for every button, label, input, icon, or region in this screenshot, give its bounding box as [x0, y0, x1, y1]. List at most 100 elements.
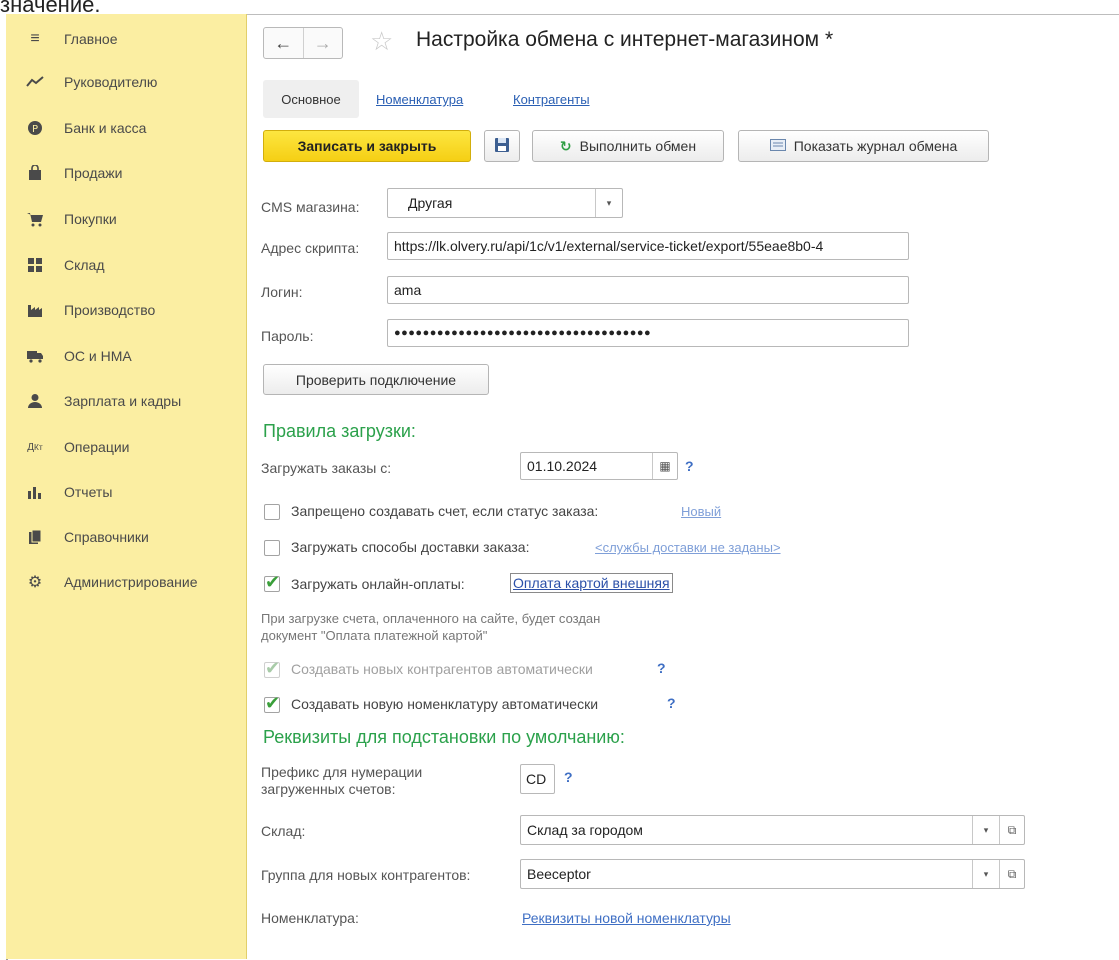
sidebar-item-label: Склад — [64, 257, 105, 273]
save-and-close-button[interactable]: Записать и закрыть — [263, 130, 471, 162]
create-contractors-label: Создавать новых контрагентов автоматичес… — [291, 661, 593, 677]
page-title: Настройка обмена с интернет-магазином * — [416, 28, 834, 51]
sidebar: ≡ Главное Руководителю P Банк и касса Пр… — [6, 14, 247, 959]
sidebar-item-main[interactable]: ≡ Главное — [24, 24, 118, 54]
coin-icon: P — [24, 120, 46, 136]
sidebar-item-label: Покупки — [64, 211, 117, 227]
password-label: Пароль: — [261, 328, 314, 344]
card-payment-link[interactable]: Оплата картой внешняя — [510, 573, 673, 593]
log-icon — [769, 138, 786, 154]
tab-nomenclature[interactable]: Номенклатура — [376, 92, 463, 107]
order-status-link[interactable]: Новый — [681, 504, 721, 519]
load-online-payments-label: Загружать онлайн-оплаты: — [291, 576, 465, 592]
help-icon[interactable]: ? — [657, 660, 666, 676]
forward-button[interactable]: → — [302, 28, 343, 58]
create-nomenclature-checkbox[interactable] — [264, 693, 280, 714]
chevron-down-icon[interactable]: ▾ — [972, 816, 999, 844]
sidebar-item-purchases[interactable]: Покупки — [24, 204, 117, 234]
sidebar-item-label: Зарплата и кадры — [64, 393, 182, 409]
password-input[interactable]: ●●●●●●●●●●●●●●●●●●●●●●●●●●●●●●●●●●●● — [387, 319, 909, 347]
sidebar-item-label: Администрирование — [64, 574, 198, 590]
login-label: Логин: — [261, 284, 303, 300]
help-icon[interactable]: ? — [564, 769, 573, 785]
payment-note-line-1: При загрузке счета, оплаченного на сайте… — [261, 611, 601, 626]
operations-icon: Д Кт — [27, 441, 43, 453]
tab-contractors[interactable]: Контрагенты — [513, 92, 590, 107]
cms-label: CMS магазина: — [261, 199, 360, 215]
open-icon[interactable]: ⧉ — [999, 860, 1024, 888]
sidebar-item-directories[interactable]: Справочники — [24, 522, 149, 552]
gear-icon: ⚙ — [27, 574, 43, 591]
sidebar-item-label: Справочники — [64, 529, 149, 545]
sidebar-item-manager[interactable]: Руководителю — [24, 67, 157, 97]
sidebar-item-production[interactable]: Производство — [24, 295, 155, 325]
cart-icon — [24, 211, 46, 227]
sidebar-item-label: Операции — [64, 439, 130, 455]
load-rules-heading: Правила загрузки: — [263, 421, 416, 441]
invoice-prefix-input[interactable]: CD — [520, 764, 555, 794]
show-exchange-log-button[interactable]: Показать журнал обмена — [738, 130, 989, 162]
sidebar-item-label: Банк и касса — [64, 120, 147, 136]
invoice-prefix-label: Префикс для нумерации загруженных счетов… — [261, 764, 422, 798]
sidebar-item-bank[interactable]: P Банк и касса — [24, 113, 146, 143]
sidebar-item-label: ОС и НМА — [64, 348, 132, 364]
run-exchange-button[interactable]: ↻ Выполнить обмен — [532, 130, 724, 162]
load-delivery-checkbox[interactable] — [264, 540, 280, 556]
contractor-group-select[interactable]: Beeceptor ▾ ⧉ — [520, 859, 1025, 889]
bag-icon — [24, 165, 46, 181]
help-icon[interactable]: ? — [667, 695, 676, 711]
chevron-down-icon[interactable]: ▾ — [595, 189, 622, 217]
warehouse-icon — [24, 257, 46, 273]
orders-from-date-input[interactable]: 01.10.2024 ▦ — [520, 452, 678, 480]
save-button[interactable] — [484, 130, 520, 162]
contractor-group-label: Группа для новых контрагентов: — [261, 867, 471, 883]
create-contractors-checkbox — [264, 658, 280, 679]
warehouse-select[interactable]: Склад за городом ▾ ⧉ — [520, 815, 1025, 845]
forbid-invoice-checkbox[interactable] — [264, 504, 280, 520]
sidebar-item-warehouse[interactable]: Склад — [24, 250, 105, 280]
truck-icon — [24, 349, 46, 363]
books-icon — [24, 529, 46, 545]
sidebar-item-label: Главное — [64, 31, 118, 47]
login-input[interactable]: ama — [387, 276, 909, 304]
refresh-icon: ↻ — [559, 137, 572, 154]
new-nomenclature-attributes-link[interactable]: Реквизиты новой номенклатуры — [522, 910, 731, 926]
sidebar-item-reports[interactable]: Отчеты — [24, 477, 112, 507]
bar-chart-icon — [24, 485, 46, 499]
cms-select[interactable]: Другая ▾ — [387, 188, 623, 218]
sidebar-item-label: Продажи — [64, 165, 123, 181]
sidebar-item-label: Руководителю — [64, 74, 158, 90]
show-log-label: Показать журнал обмена — [793, 138, 958, 154]
person-icon — [24, 393, 46, 409]
favorite-star-icon[interactable]: ☆ — [370, 26, 393, 57]
warehouse-select-value: Склад за городом — [527, 822, 643, 838]
payment-note-line-2: документ "Оплата платежной картой" — [261, 628, 488, 643]
open-icon[interactable]: ⧉ — [999, 816, 1024, 844]
delivery-services-link[interactable]: <службы доставки не заданы> — [595, 540, 781, 555]
nomenclature-label: Номенклатура: — [261, 910, 359, 926]
sidebar-item-sales[interactable]: Продажи — [24, 158, 122, 188]
invoice-prefix-label-line-1: Префикс для нумерации — [261, 764, 423, 780]
menu-icon: ≡ — [30, 30, 40, 47]
chevron-down-icon[interactable]: ▾ — [972, 860, 999, 888]
invoice-prefix-label-line-2: загруженных счетов: — [261, 781, 396, 797]
tab-main[interactable]: Основное — [263, 80, 359, 118]
check-connection-button[interactable]: Проверить подключение — [263, 364, 489, 395]
factory-icon — [24, 302, 46, 318]
sidebar-item-operations[interactable]: Д Кт Операции — [24, 432, 130, 462]
back-button[interactable]: ← — [264, 28, 303, 58]
script-address-input[interactable]: https://lk.olvery.ru/api/1c/v1/external/… — [387, 232, 909, 260]
payment-note: При загрузке счета, оплаченного на сайте… — [261, 610, 600, 644]
help-icon[interactable]: ? — [685, 458, 694, 474]
sidebar-item-administration[interactable]: ⚙ Администрирование — [24, 567, 198, 597]
warehouse-label: Склад: — [261, 823, 306, 839]
script-address-label: Адрес скрипта: — [261, 240, 360, 256]
defaults-heading: Реквизиты для подстановки по умолчанию: — [263, 727, 625, 747]
load-delivery-label: Загружать способы доставки заказа: — [291, 539, 530, 555]
calendar-icon[interactable]: ▦ — [652, 453, 677, 479]
trend-icon — [24, 76, 46, 88]
orders-from-date-value: 01.10.2024 — [527, 458, 598, 474]
sidebar-item-salary[interactable]: Зарплата и кадры — [24, 386, 181, 416]
load-online-payments-checkbox[interactable] — [264, 572, 280, 593]
sidebar-item-assets[interactable]: ОС и НМА — [24, 341, 132, 371]
